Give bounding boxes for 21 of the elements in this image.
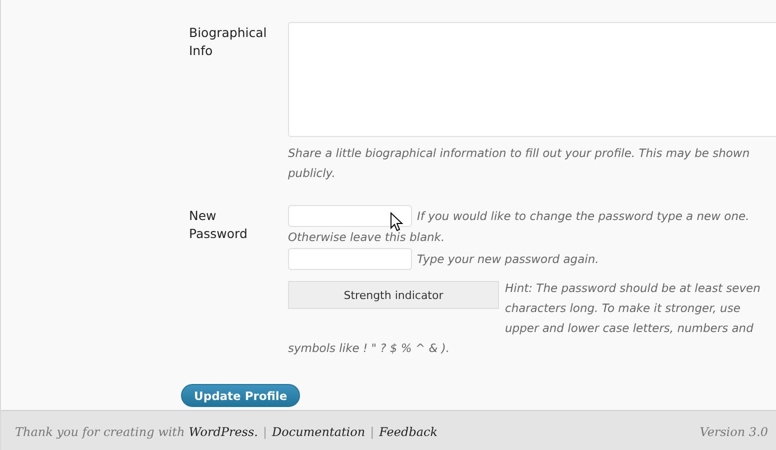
field-hint: Otherwise leave this blank. bbox=[288, 229, 446, 246]
footer-link[interactable]: Documentation bbox=[272, 425, 366, 439]
field-label: New Password bbox=[189, 207, 248, 243]
footer-link[interactable]: Feedback bbox=[379, 425, 438, 439]
separator: | bbox=[370, 425, 374, 439]
update-profile-button[interactable]: Update Profile bbox=[181, 384, 300, 407]
field-hint: If you would like to change the password type a new one. bbox=[417, 208, 750, 225]
password-hint: Hint: The password should be at least seven characters long. To make it stronger, use upper and lower case letters, numbers and bbox=[505, 280, 762, 337]
version-text: Version 3.0 bbox=[700, 425, 768, 439]
field-hint: Type your new password again. bbox=[417, 251, 599, 268]
password-field[interactable] bbox=[288, 248, 412, 270]
field-label: Biographical Info bbox=[189, 24, 268, 60]
footer-text: Thank you for creating with bbox=[15, 425, 185, 439]
password-hint: symbols like ! " ? $ % ^ & ). bbox=[288, 340, 451, 357]
biography-field[interactable] bbox=[288, 22, 776, 137]
strength-indicator: Strength indicator bbox=[288, 281, 499, 309]
separator: | bbox=[262, 425, 267, 439]
footer-link[interactable]: WordPress. bbox=[188, 425, 258, 439]
password-field[interactable] bbox=[288, 205, 412, 227]
pointer-icon bbox=[390, 212, 403, 232]
field-description: Share a little biographical information to fill out your profile. This may be shown publicly. bbox=[288, 145, 751, 182]
